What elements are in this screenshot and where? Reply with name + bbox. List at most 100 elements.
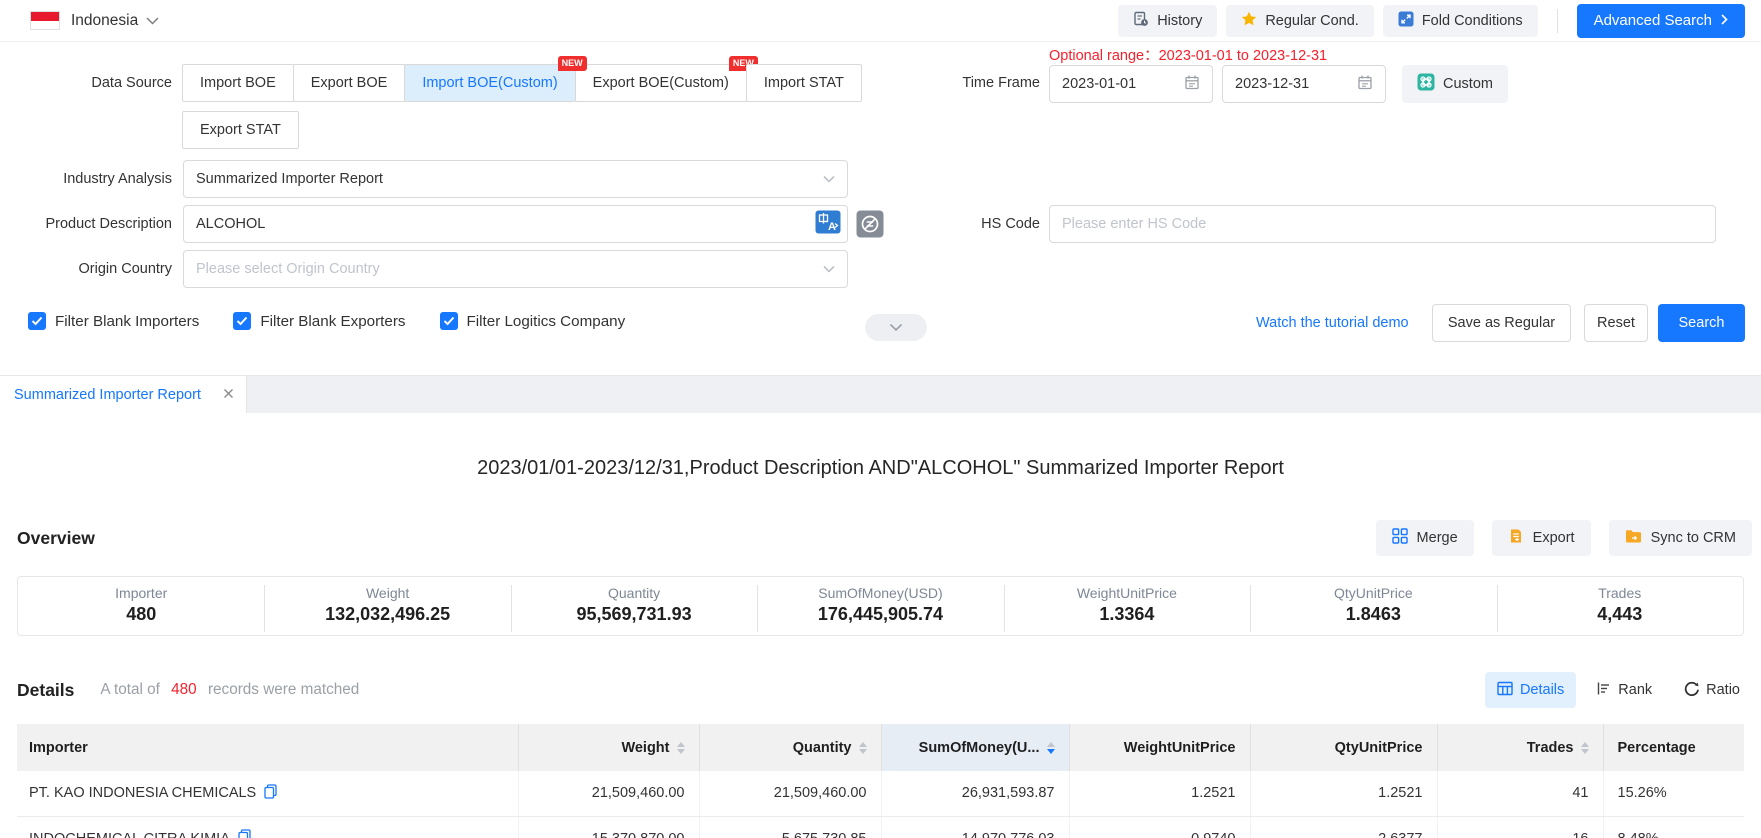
hs-code-input[interactable]	[1050, 206, 1715, 242]
quantity-cell: 21,509,460.00	[699, 771, 881, 816]
stat-label: QtyUnitPrice	[1250, 585, 1496, 601]
copy-icon[interactable]	[264, 784, 277, 803]
export-button[interactable]: Export	[1492, 520, 1591, 556]
rank-icon	[1596, 681, 1611, 700]
regular-cond-button[interactable]: Regular Cond.	[1226, 5, 1374, 37]
sync-to-crm-button[interactable]: Sync to CRM	[1609, 520, 1752, 556]
tab-summarized-importer-report[interactable]: Summarized Importer Report	[0, 376, 247, 413]
data-source-tab[interactable]: Import BOE(Custom) NEW	[404, 64, 575, 102]
col-trades[interactable]: Trades	[1437, 724, 1603, 771]
new-badge: NEW	[558, 56, 587, 71]
importer-name[interactable]: PT. KAO INDONESIA CHEMICALS	[29, 785, 256, 801]
stat-value: 480	[18, 604, 264, 625]
trades-cell: 16	[1437, 816, 1603, 838]
data-source-tab[interactable]: Export STAT	[182, 111, 299, 149]
col-weight[interactable]: Weight	[518, 724, 699, 771]
quantity-cell: 5,675,730.85	[699, 816, 881, 838]
view-rank-button[interactable]: Rank	[1584, 672, 1664, 708]
search-button[interactable]: Search	[1658, 304, 1745, 342]
table-grid-icon	[1497, 681, 1513, 700]
reset-button[interactable]: Reset	[1584, 304, 1648, 342]
sort-icon	[859, 742, 867, 754]
stat-label: WeightUnitPrice	[1004, 585, 1250, 601]
merge-button[interactable]: Merge	[1376, 520, 1474, 556]
ratio-icon	[1684, 681, 1699, 700]
merge-label: Merge	[1417, 530, 1458, 546]
fold-icon	[1398, 11, 1414, 31]
origin-country-select[interactable]: Please select Origin Country	[183, 250, 848, 288]
custom-range-button[interactable]: Custom	[1402, 65, 1508, 103]
chevron-down-icon	[889, 320, 903, 335]
industry-analysis-label: Industry Analysis	[0, 160, 172, 198]
chevron-down-icon	[823, 261, 835, 277]
translate-icon[interactable]: A	[815, 210, 841, 239]
fold-conditions-button[interactable]: Fold Conditions	[1383, 5, 1538, 37]
country-selector[interactable]: Indonesia	[71, 12, 138, 30]
data-source-tab[interactable]: Export BOE(Custom) NEW	[575, 64, 747, 102]
filter-checkbox[interactable]: Filter Blank Importers	[28, 312, 199, 330]
calendar-icon	[1184, 74, 1200, 94]
product-description-input[interactable]	[184, 206, 815, 242]
folder-sync-icon	[1625, 529, 1642, 548]
custom-label: Custom	[1443, 76, 1493, 92]
qtyunitprice-cell: 2.6377	[1250, 816, 1437, 838]
col-qtyunitprice[interactable]: QtyUnitPrice	[1250, 724, 1437, 771]
chevron-down-icon[interactable]	[146, 12, 159, 30]
col-sumofmoney[interactable]: SumOfMoney(U...	[881, 724, 1069, 771]
copy-icon[interactable]	[238, 829, 251, 838]
stat-label: Importer	[18, 585, 264, 601]
overview-stats-card: Importer 480 Weight 132,032,496.25 Quant…	[17, 576, 1744, 636]
data-source-tab[interactable]: Import STAT	[746, 64, 862, 102]
overview-heading: Overview	[17, 528, 95, 549]
data-source-tab[interactable]: Import BOE	[182, 64, 294, 102]
hs-code-field	[1049, 205, 1716, 243]
collapse-panel-button[interactable]	[865, 314, 927, 341]
close-icon[interactable]	[223, 387, 234, 403]
col-importer[interactable]: Importer	[17, 724, 518, 771]
stat-value: 132,032,496.25	[264, 604, 510, 625]
weightunitprice-cell: 0.9740	[1069, 816, 1250, 838]
col-percentage[interactable]: Percentage	[1603, 724, 1744, 771]
filter-checkbox[interactable]: Filter Blank Exporters	[233, 312, 405, 330]
hs-code-label: HS Code	[868, 205, 1040, 243]
qtyunitprice-cell: 1.2521	[1250, 771, 1437, 816]
percentage-cell: 8.48%	[1603, 816, 1744, 838]
stat-label: Weight	[264, 585, 510, 601]
stat-label: SumOfMoney(USD)	[757, 585, 1003, 601]
star-icon	[1241, 11, 1257, 31]
custom-icon	[1417, 73, 1435, 95]
sort-desc-icon	[1047, 742, 1055, 754]
stat-label: Quantity	[511, 585, 757, 601]
matched-count: 480	[171, 681, 197, 698]
origin-country-placeholder: Please select Origin Country	[196, 261, 380, 277]
checkbox-checked-icon	[440, 312, 458, 330]
end-date-input[interactable]: 2023-12-31	[1222, 65, 1386, 103]
filter-checkbox[interactable]: Filter Logitics Company	[440, 312, 626, 330]
save-as-regular-button[interactable]: Save as Regular	[1432, 304, 1571, 342]
table-row[interactable]: INDOCHEMICAL CITRA KIMIA 15,370,870.00 5…	[17, 816, 1744, 838]
col-quantity[interactable]: Quantity	[699, 724, 881, 771]
view-ratio-button[interactable]: Ratio	[1672, 672, 1752, 708]
weight-cell: 21,509,460.00	[518, 771, 699, 816]
product-description-field: A	[183, 205, 848, 243]
industry-analysis-select[interactable]: Summarized Importer Report	[183, 160, 848, 198]
start-date-input[interactable]: 2023-01-01	[1049, 65, 1213, 103]
advanced-search-button[interactable]: Advanced Search	[1577, 4, 1745, 38]
stat-value: 1.3364	[1004, 604, 1250, 625]
table-row[interactable]: PT. KAO INDONESIA CHEMICALS 21,509,460.0…	[17, 771, 1744, 816]
filter-checkbox-label: Filter Logitics Company	[467, 313, 626, 330]
details-heading: Details	[17, 680, 74, 701]
view-rank-label: Rank	[1618, 682, 1652, 698]
export-label: Export	[1533, 530, 1575, 546]
data-source-tab-label: Import BOE(Custom)	[422, 75, 557, 91]
trades-cell: 41	[1437, 771, 1603, 816]
tutorial-demo-link[interactable]: Watch the tutorial demo	[1256, 304, 1409, 342]
col-weightunitprice[interactable]: WeightUnitPrice	[1069, 724, 1250, 771]
stat-label: Trades	[1497, 585, 1743, 601]
view-details-button[interactable]: Details	[1485, 672, 1576, 708]
history-button[interactable]: History	[1118, 5, 1217, 37]
importer-name[interactable]: INDOCHEMICAL CITRA KIMIA	[29, 831, 230, 838]
overview-stat: Quantity 95,569,731.93	[511, 577, 757, 635]
search-panel: Data Source Import BOE Export BOE Import…	[0, 42, 1761, 375]
data-source-tab[interactable]: Export BOE	[293, 64, 406, 102]
